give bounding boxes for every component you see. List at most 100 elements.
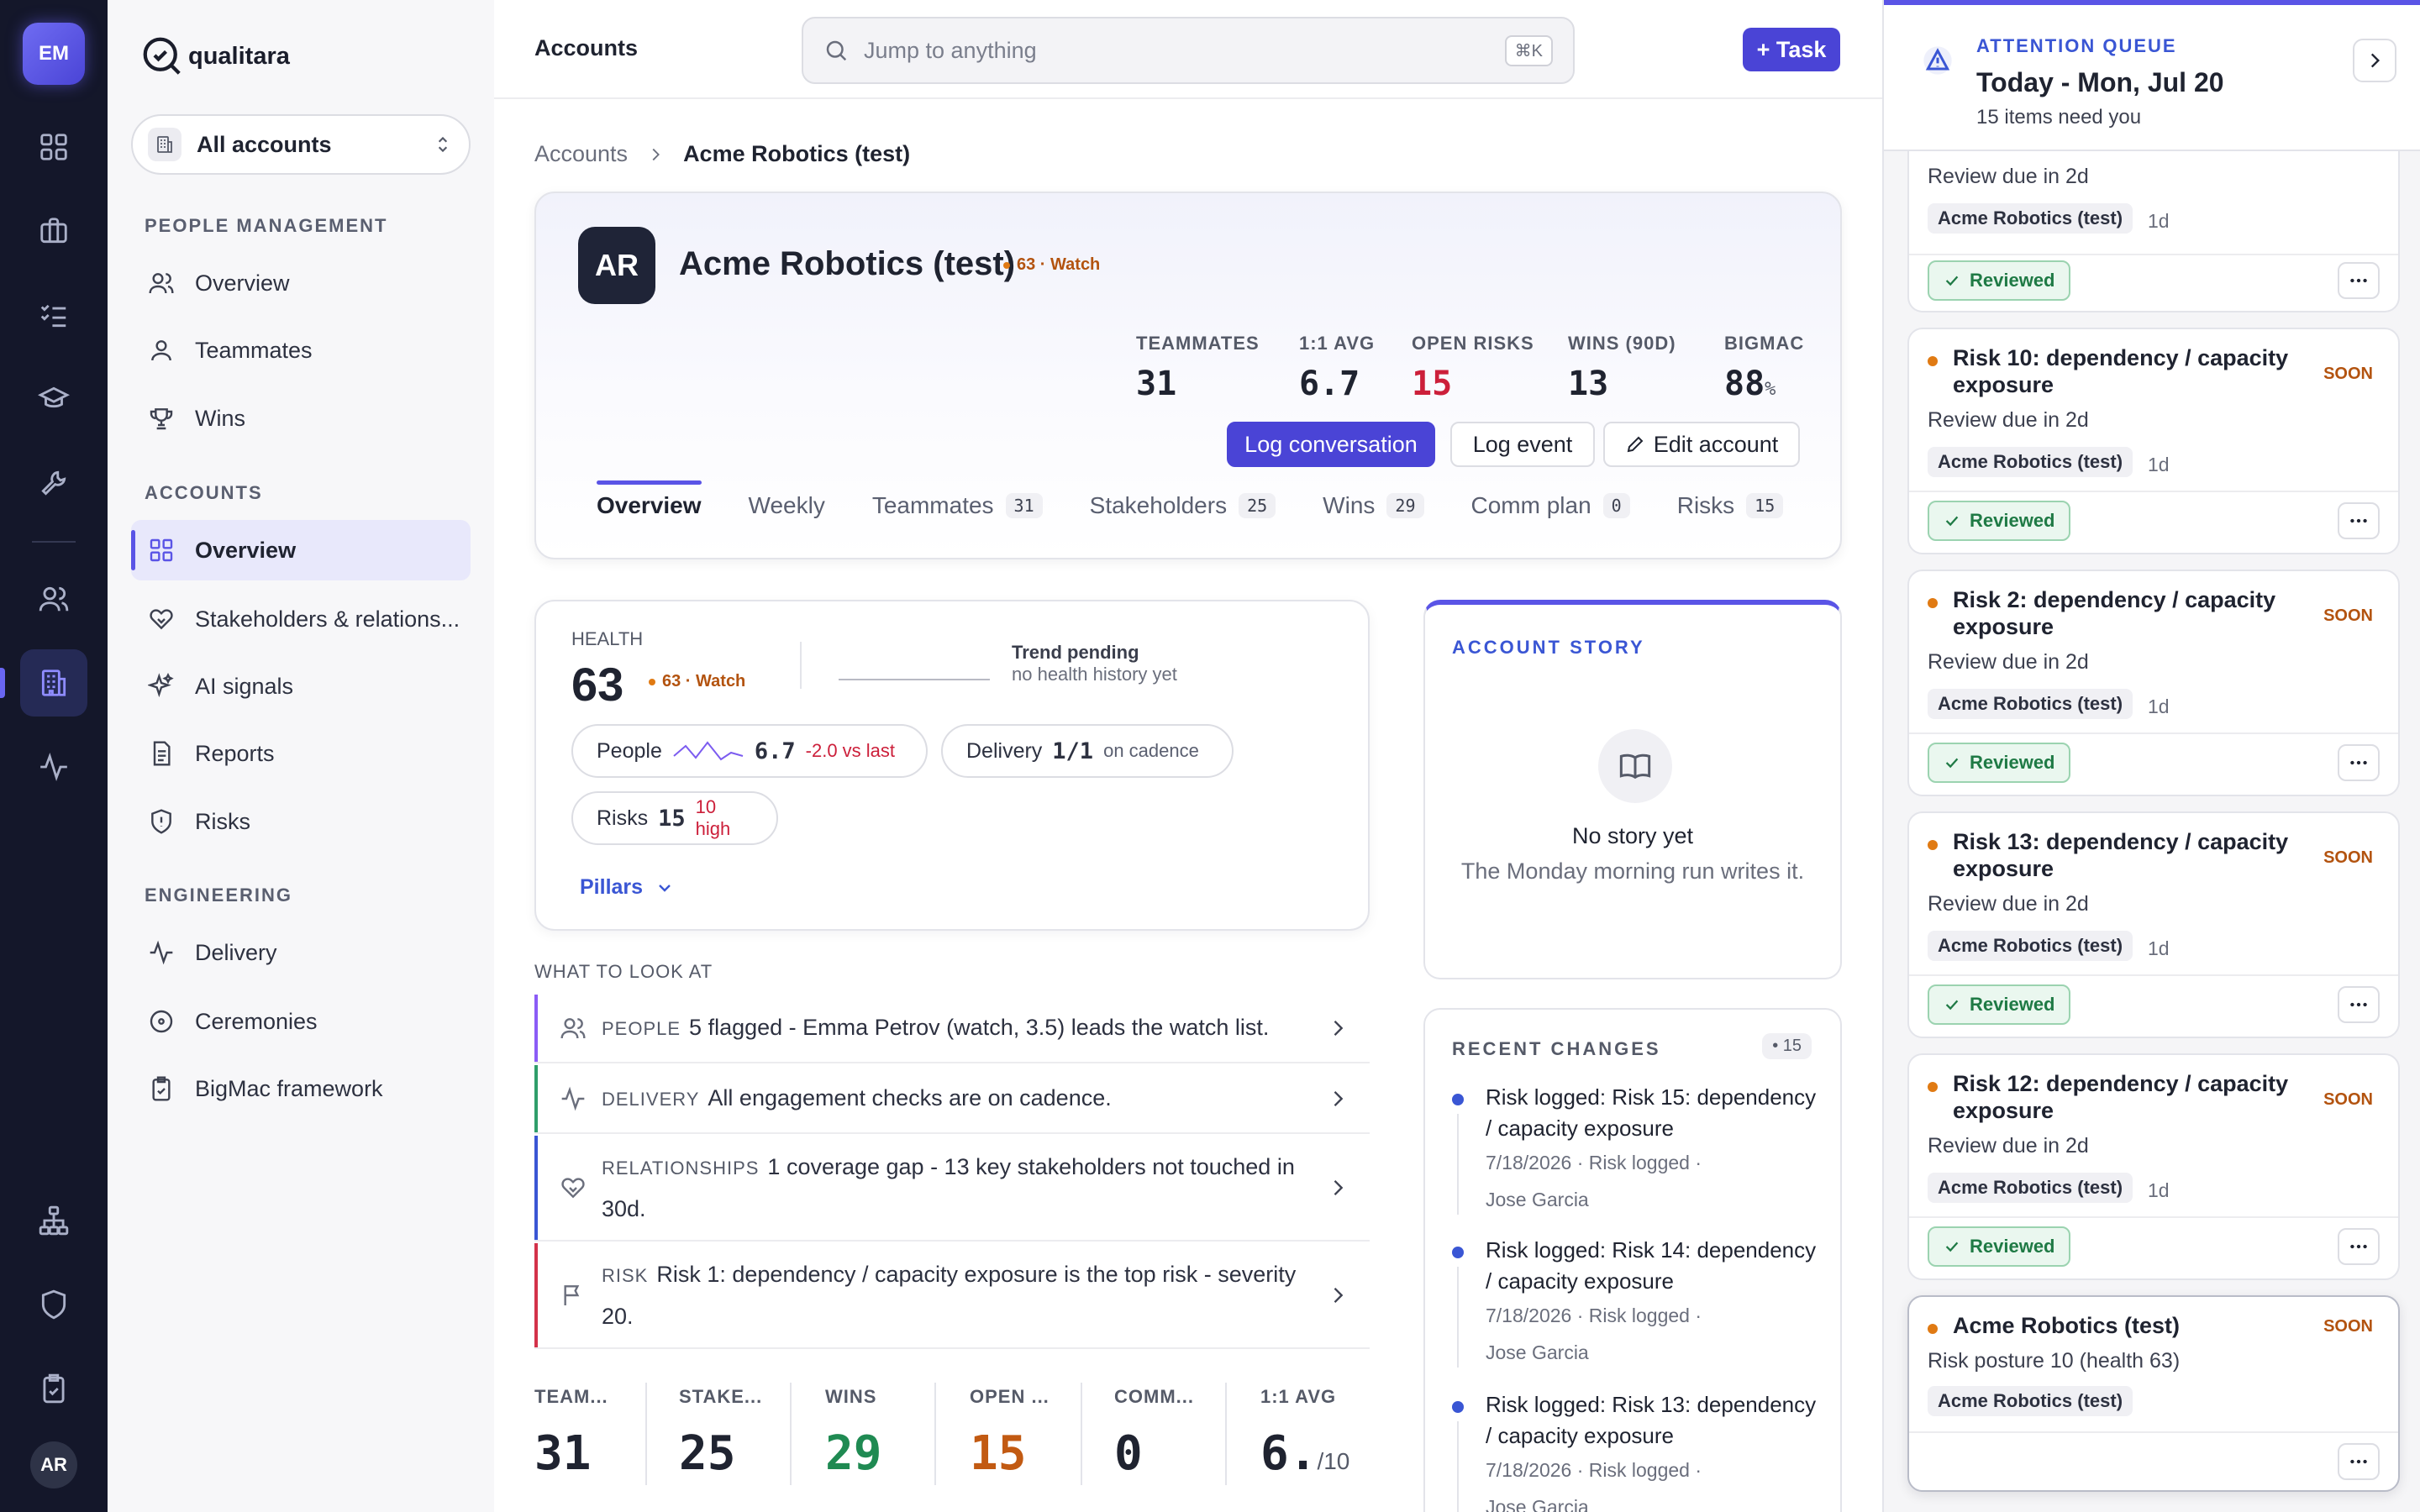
nav-people-overview[interactable]: Overview (131, 253, 471, 313)
priority-dot (1928, 356, 1938, 366)
chevron-right-icon (1334, 1288, 1344, 1303)
tab-count: 25 (1239, 493, 1276, 518)
look-at-people[interactable]: PEOPLE 5 flagged - Emma Petrov (watch, 3.… (534, 995, 1370, 1063)
shield-icon[interactable] (20, 1271, 87, 1338)
people-pillar-chip[interactable]: People 6.7 -2.0 vs last (571, 724, 928, 778)
nav-bigmac[interactable]: BigMac framework (131, 1058, 471, 1119)
nav-accounts-overview[interactable]: Overview (131, 520, 471, 580)
target-icon (146, 1006, 176, 1037)
dashboard-icon[interactable] (20, 113, 87, 181)
pillars-toggle[interactable]: Pillars (580, 875, 675, 900)
change-item[interactable]: Risk logged: Risk 15: dependency / capac… (1452, 1082, 1822, 1218)
tab-comm-plan[interactable]: Comm plan 0 (1471, 492, 1630, 534)
look-at-text: RELATIONSHIPS 1 coverage gap - 13 key sta… (602, 1147, 1370, 1229)
add-task-button[interactable]: + Task (1743, 28, 1840, 71)
more-options-button[interactable] (2338, 1228, 2380, 1265)
nav-teammates[interactable]: Teammates (131, 320, 471, 381)
org-chart-icon[interactable] (20, 1187, 87, 1254)
more-options-button[interactable] (2338, 1443, 2380, 1480)
nav-ceremonies[interactable]: Ceremonies (131, 991, 471, 1052)
tab-teammates[interactable]: Teammates 31 (872, 492, 1043, 534)
tab-overview[interactable]: Overview (597, 480, 702, 534)
queue-card-due: Review due in 2d (1928, 892, 2089, 916)
more-options-button[interactable] (2338, 502, 2380, 539)
more-horizontal-icon (2350, 1244, 2367, 1249)
check-icon (1945, 1000, 1959, 1011)
queue-card-account-posture[interactable]: Acme Robotics (test) SOON Risk posture 1… (1907, 1295, 2400, 1492)
people-icon[interactable] (20, 565, 87, 633)
breadcrumb-root[interactable]: Accounts (534, 141, 628, 167)
clipboard-check-icon[interactable] (20, 1355, 87, 1422)
nav-reports[interactable]: Reports (131, 723, 471, 784)
tab-count: 0 (1602, 493, 1630, 518)
bottom-stat-open-risks: OPEN ... 15 (970, 1386, 1050, 1481)
tab-risks[interactable]: Risks 15 (1677, 492, 1784, 534)
change-date: 7/18/2026 (1486, 1305, 1572, 1326)
tab-stakeholders[interactable]: Stakeholders 25 (1090, 492, 1276, 534)
wrench-icon[interactable] (20, 449, 87, 517)
divider (800, 642, 802, 689)
change-item[interactable]: Risk logged: Risk 13: dependency / capac… (1452, 1389, 1822, 1512)
tab-label: Weekly (748, 492, 825, 518)
queue-card-title: Risk 10: dependency / capacity exposure (1953, 345, 2289, 397)
checklist-icon[interactable] (20, 281, 87, 349)
user-avatar[interactable]: AR (30, 1441, 77, 1488)
reviewed-button[interactable]: Reviewed (1928, 984, 2070, 1025)
more-options-button[interactable] (2338, 744, 2380, 781)
attention-queue-panel: ATTENTION QUEUE Today - Mon, Jul 20 15 i… (1882, 0, 2420, 1512)
trend-placeholder-line (839, 679, 990, 680)
workspace-avatar[interactable]: EM (23, 23, 85, 85)
account-switcher[interactable]: All accounts (131, 114, 471, 175)
stat-value: 31 (534, 1426, 592, 1481)
look-at-message: 5 flagged - Emma Petrov (watch, 3.5) lea… (689, 1015, 1270, 1040)
stat-value: 6.7 (1299, 365, 1360, 403)
reviewed-button[interactable]: Reviewed (1928, 743, 2070, 783)
graduation-cap-icon[interactable] (20, 365, 87, 433)
reviewed-label: Reviewed (1970, 1236, 2055, 1257)
delivery-pillar-chip[interactable]: Delivery 1/1 on cadence (941, 724, 1234, 778)
queue-card[interactable]: Risk 10: dependency / capacity exposure … (1907, 328, 2400, 554)
look-at-text: RISK Risk 1: dependency / capacity exposu… (602, 1254, 1370, 1336)
queue-card[interactable]: Risk 13: dependency / capacity exposure … (1907, 811, 2400, 1038)
look-at-risk[interactable]: RISK Risk 1: dependency / capacity exposu… (534, 1243, 1370, 1349)
log-conversation-button[interactable]: Log conversation (1227, 422, 1435, 467)
change-meta: 7/18/2026 · Risk logged · Jose Garcia (1486, 1305, 1702, 1363)
more-options-button[interactable] (2338, 262, 2380, 299)
reviewed-button[interactable]: Reviewed (1928, 501, 2070, 541)
queue-expand-button[interactable] (2353, 39, 2396, 82)
health-card: HEALTH 63 63 · Watch Trend pending no he… (534, 600, 1370, 931)
section-engineering: ENGINEERING (145, 885, 293, 906)
reviewed-button[interactable]: Reviewed (1928, 260, 2070, 301)
queue-card[interactable]: Risk 12: dependency / capacity exposure … (1907, 1053, 2400, 1280)
briefcase-icon[interactable] (20, 197, 87, 265)
look-at-delivery[interactable]: DELIVERY All engagement checks are on cad… (534, 1065, 1370, 1134)
building-icon (148, 128, 182, 161)
more-options-button[interactable] (2338, 986, 2380, 1023)
brand-logo[interactable]: qualitara (139, 34, 290, 79)
nav-risks[interactable]: Risks (131, 791, 471, 852)
nav-wins[interactable]: Wins (131, 388, 471, 449)
nav-stakeholders[interactable]: Stakeholders & relations... (131, 589, 471, 649)
accounts-building-icon[interactable] (0, 649, 87, 717)
look-at-relationships[interactable]: RELATIONSHIPS 1 coverage gap - 13 key sta… (534, 1136, 1370, 1242)
more-horizontal-icon (2350, 1459, 2367, 1464)
queue-card[interactable]: Risk 2: dependency / capacity exposure S… (1907, 570, 2400, 796)
timeline-line (1457, 1114, 1459, 1215)
rail-divider (32, 541, 76, 543)
tab-wins[interactable]: Wins 29 (1323, 492, 1424, 534)
bottom-stat-stakeholders: STAKE... 25 (679, 1386, 762, 1481)
risks-pillar-chip[interactable]: Risks 15 10 high (571, 791, 778, 845)
tab-weekly[interactable]: Weekly (749, 492, 825, 534)
activity-icon[interactable] (20, 733, 87, 801)
edit-account-button[interactable]: Edit account (1603, 422, 1800, 467)
chip-label: Risks (597, 806, 649, 830)
queue-header: ATTENTION QUEUE Today - Mon, Jul 20 15 i… (1884, 0, 2420, 151)
change-date: 7/18/2026 (1486, 1459, 1572, 1481)
nav-label: Teammates (195, 337, 313, 363)
log-event-button[interactable]: Log event (1450, 422, 1595, 467)
nav-ai-signals[interactable]: AI signals (131, 656, 471, 717)
search-input[interactable]: Jump to anything ⌘K (802, 17, 1575, 84)
nav-delivery[interactable]: Delivery (131, 922, 471, 983)
reviewed-button[interactable]: Reviewed (1928, 1226, 2070, 1267)
change-item[interactable]: Risk logged: Risk 14: dependency / capac… (1452, 1235, 1822, 1371)
